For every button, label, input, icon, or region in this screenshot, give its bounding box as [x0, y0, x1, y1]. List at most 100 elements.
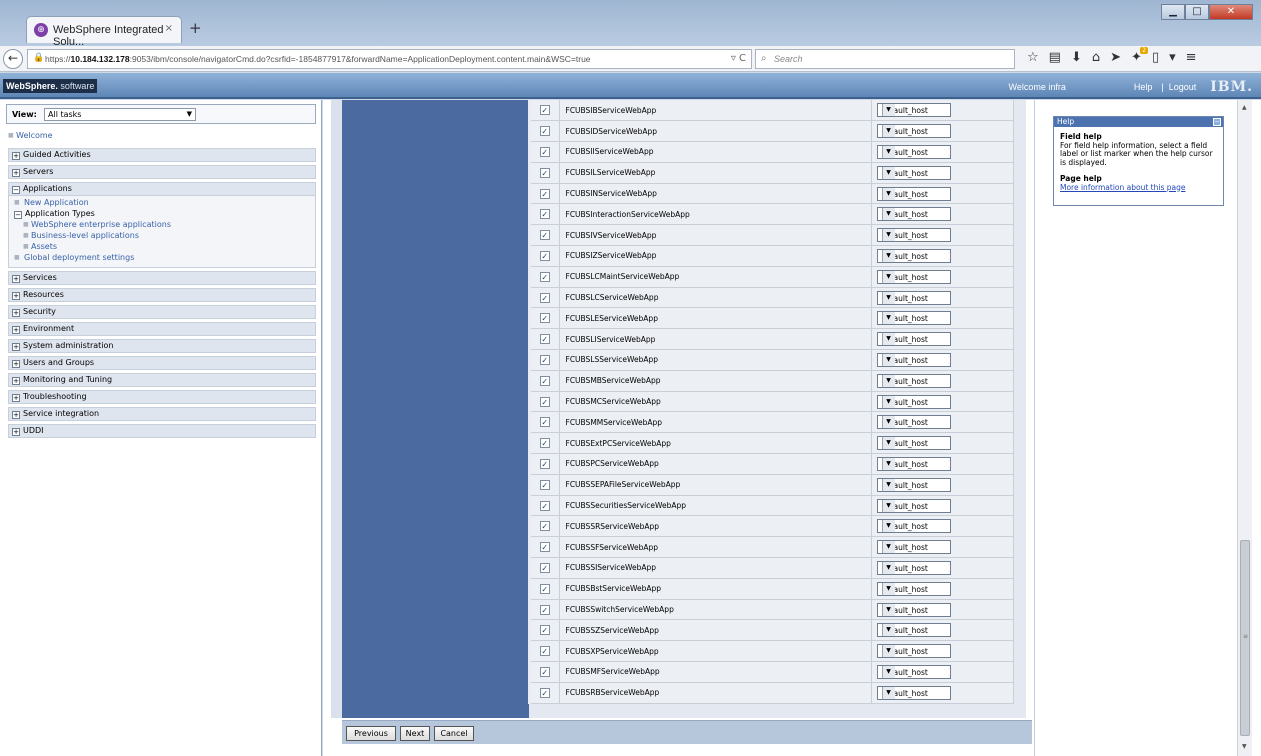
nav-users-and-groups[interactable]: + Users and Groups: [8, 356, 316, 370]
select-checkbox[interactable]: ✓: [539, 479, 550, 490]
nav-welcome[interactable]: Welcome: [8, 131, 316, 145]
select-checkbox[interactable]: ✓: [539, 375, 550, 386]
virtual-host-select[interactable]: default_host ▼: [876, 436, 951, 451]
nav-monitoring-and-tuning[interactable]: + Monitoring and Tuning: [8, 373, 316, 387]
select-checkbox[interactable]: ✓: [539, 542, 550, 553]
next-button[interactable]: Next: [400, 726, 430, 741]
reading-list-icon[interactable]: ▤: [1049, 50, 1061, 65]
select-checkbox[interactable]: ✓: [539, 146, 550, 157]
virtual-host-select[interactable]: default_host ▼: [876, 456, 951, 471]
select-checkbox[interactable]: ✓: [539, 334, 550, 345]
nav-application-types[interactable]: − Application Types: [9, 209, 315, 220]
virtual-host-select[interactable]: default_host ▼: [876, 290, 951, 305]
select-checkbox[interactable]: ✓: [539, 126, 550, 137]
select-checkbox[interactable]: ✓: [539, 271, 550, 282]
select-checkbox[interactable]: ✓: [539, 209, 550, 220]
close-window-icon[interactable]: ✕: [1209, 4, 1253, 20]
virtual-host-select[interactable]: default_host ▼: [876, 498, 951, 513]
dropdown-icon[interactable]: ▾: [1169, 50, 1176, 65]
extension-icon[interactable]: ✦ 2: [1131, 47, 1148, 65]
nav-servers[interactable]: + Servers: [8, 165, 316, 179]
virtual-host-select[interactable]: default_host ▼: [876, 186, 951, 201]
reload-icon[interactable]: ▿ C: [731, 53, 746, 64]
maximize-icon[interactable]: □: [1185, 4, 1209, 20]
virtual-host-select[interactable]: default_host ▼: [876, 124, 951, 139]
help-link[interactable]: Help: [1134, 82, 1153, 92]
nav-global-deployment[interactable]: Global deployment settings: [9, 253, 315, 264]
select-checkbox[interactable]: ✓: [539, 687, 550, 698]
nav-resources[interactable]: + Resources: [8, 288, 316, 302]
back-arrow-icon[interactable]: ←: [3, 49, 23, 69]
virtual-host-select[interactable]: default_host ▼: [876, 144, 951, 159]
virtual-host-select[interactable]: default_host ▼: [876, 373, 951, 388]
nav-business-level-apps[interactable]: Business-level applications: [9, 231, 315, 242]
virtual-host-select[interactable]: default_host ▼: [876, 311, 951, 326]
nav-security[interactable]: + Security: [8, 305, 316, 319]
virtual-host-select[interactable]: default_host ▼: [876, 664, 951, 679]
select-checkbox[interactable]: ✓: [539, 438, 550, 449]
bookmark-star-icon[interactable]: ☆: [1027, 50, 1039, 65]
nav-applications[interactable]: − Applications: [8, 182, 316, 196]
home-icon[interactable]: ⌂: [1092, 50, 1100, 65]
select-checkbox[interactable]: ✓: [539, 646, 550, 657]
select-checkbox[interactable]: ✓: [539, 500, 550, 511]
search-input[interactable]: ⌕ Search: [755, 49, 1015, 69]
send-icon[interactable]: ➤: [1110, 50, 1121, 65]
select-checkbox[interactable]: ✓: [539, 666, 550, 677]
previous-button[interactable]: Previous: [346, 726, 396, 741]
page-help-link[interactable]: More information about this page: [1060, 183, 1185, 192]
select-checkbox[interactable]: ✓: [539, 230, 550, 241]
virtual-host-select[interactable]: default_host ▼: [876, 228, 951, 243]
nav-uddi[interactable]: + UDDI: [8, 424, 316, 438]
scroll-down-icon[interactable]: ▼: [1242, 743, 1247, 750]
virtual-host-select[interactable]: default_host ▼: [876, 519, 951, 534]
nav-new-application[interactable]: New Application: [9, 198, 315, 209]
virtual-host-select[interactable]: default_host ▼: [876, 248, 951, 263]
virtual-host-select[interactable]: default_host ▼: [876, 103, 951, 118]
select-checkbox[interactable]: ✓: [539, 167, 550, 178]
new-tab-button[interactable]: +: [189, 19, 202, 37]
nav-environment[interactable]: + Environment: [8, 322, 316, 336]
select-checkbox[interactable]: ✓: [539, 583, 550, 594]
virtual-host-select[interactable]: default_host ▼: [876, 623, 951, 638]
scroll-up-icon[interactable]: ▲: [1242, 104, 1247, 111]
select-checkbox[interactable]: ✓: [539, 625, 550, 636]
minimize-portlet-icon[interactable]: −: [1213, 118, 1221, 126]
select-checkbox[interactable]: ✓: [539, 354, 550, 365]
logout-link[interactable]: Logout: [1169, 82, 1197, 92]
scrollbar-thumb[interactable]: ≡: [1240, 540, 1250, 736]
nav-troubleshooting[interactable]: + Troubleshooting: [8, 390, 316, 404]
virtual-host-select[interactable]: default_host ▼: [876, 332, 951, 347]
virtual-host-select[interactable]: default_host ▼: [876, 394, 951, 409]
virtual-host-select[interactable]: default_host ▼: [876, 477, 951, 492]
select-checkbox[interactable]: ✓: [539, 562, 550, 573]
select-checkbox[interactable]: ✓: [539, 188, 550, 199]
virtual-host-select[interactable]: default_host ▼: [876, 602, 951, 617]
nav-assets[interactable]: Assets: [9, 242, 315, 253]
virtual-host-select[interactable]: default_host ▼: [876, 165, 951, 180]
nav-service-integration[interactable]: + Service integration: [8, 407, 316, 421]
virtual-host-select[interactable]: default_host ▼: [876, 352, 951, 367]
select-checkbox[interactable]: ✓: [539, 396, 550, 407]
nav-websphere-enterprise-apps[interactable]: WebSphere enterprise applications: [9, 220, 315, 231]
select-checkbox[interactable]: ✓: [539, 417, 550, 428]
nav-guided-activities[interactable]: + Guided Activities: [8, 148, 316, 162]
select-checkbox[interactable]: ✓: [539, 458, 550, 469]
nav-services[interactable]: + Services: [8, 271, 316, 285]
nav-system-administration[interactable]: + System administration: [8, 339, 316, 353]
virtual-host-select[interactable]: default_host ▼: [876, 415, 951, 430]
virtual-host-select[interactable]: default_host ▼: [876, 540, 951, 555]
select-checkbox[interactable]: ✓: [539, 292, 550, 303]
select-checkbox[interactable]: ✓: [539, 250, 550, 261]
menu-hamburger-icon[interactable]: ≡: [1186, 50, 1197, 65]
address-bar[interactable]: 🔒 https://10.184.132.178:9053/ibm/consol…: [27, 49, 752, 69]
page-scrollbar[interactable]: ▲ ≡ ▼: [1237, 100, 1252, 756]
browser-tab[interactable]: ⊕ WebSphere Integrated Solu... ×: [26, 16, 182, 48]
virtual-host-select[interactable]: default_host ▼: [876, 560, 951, 575]
virtual-host-select[interactable]: default_host ▼: [876, 644, 951, 659]
virtual-host-select[interactable]: default_host ▼: [876, 207, 951, 222]
view-select[interactable]: All tasks ▼: [44, 108, 196, 121]
select-checkbox[interactable]: ✓: [539, 313, 550, 324]
device-icon[interactable]: ▯: [1152, 50, 1159, 65]
minimize-icon[interactable]: ▁: [1161, 4, 1185, 20]
